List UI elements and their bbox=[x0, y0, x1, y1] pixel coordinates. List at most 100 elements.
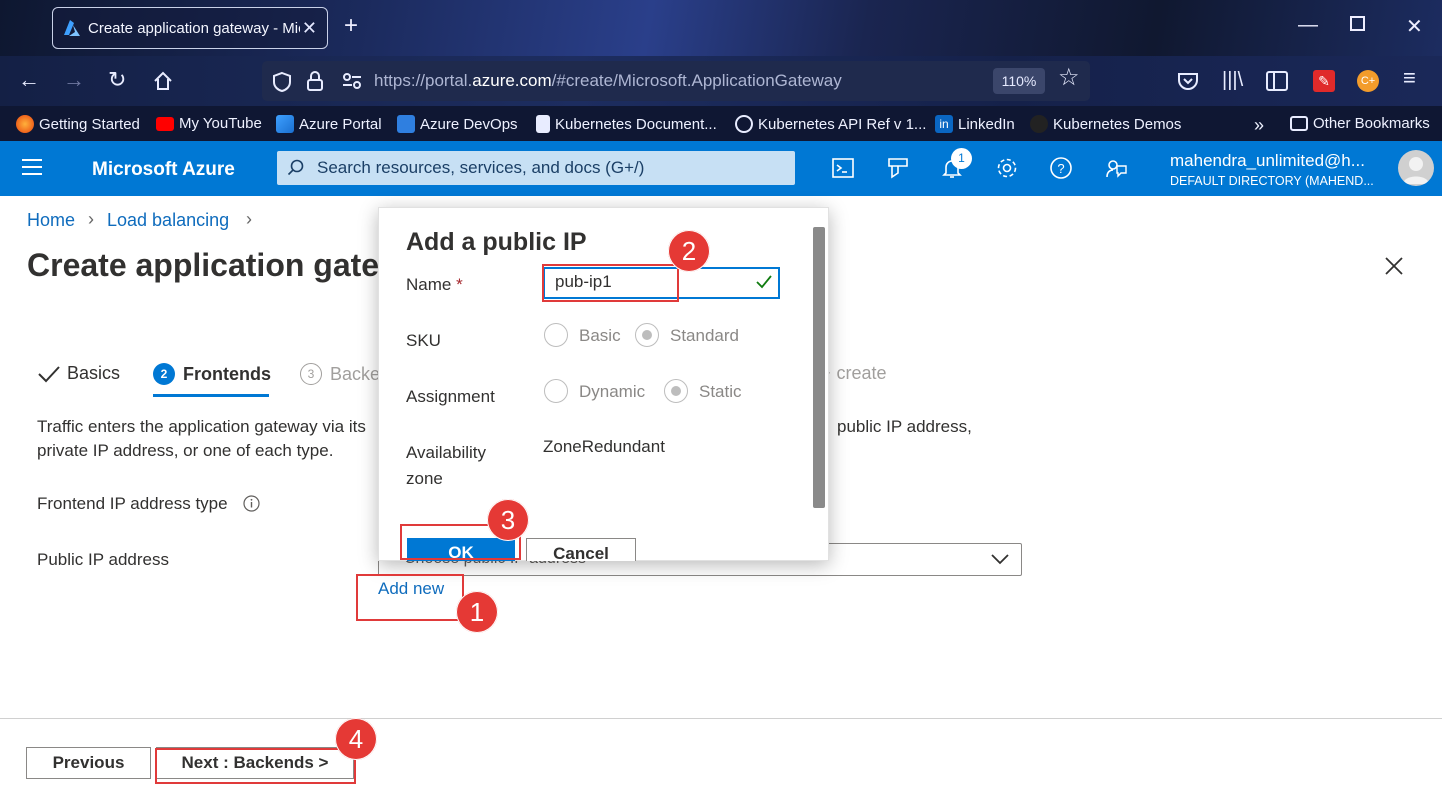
assignment-dynamic-label: Dynamic bbox=[579, 382, 646, 401]
bookmark-azure-portal[interactable]: Azure Portal bbox=[276, 115, 382, 133]
bookmark-kubernetes-demos[interactable]: Kubernetes Demos bbox=[1030, 115, 1181, 133]
settings-gear-icon[interactable] bbox=[995, 156, 1019, 180]
help-icon[interactable]: ? bbox=[1049, 156, 1073, 180]
previous-button[interactable]: Previous bbox=[26, 747, 151, 779]
user-directory[interactable]: DEFAULT DIRECTORY (MAHEND... bbox=[1170, 174, 1374, 188]
sku-basic-radio[interactable] bbox=[544, 323, 568, 347]
dialog-title: Add a public IP bbox=[406, 228, 587, 256]
portal-menu-icon[interactable] bbox=[22, 159, 42, 175]
bookmark-linkedin[interactable]: in LinkedIn bbox=[935, 115, 1015, 133]
home-icon[interactable] bbox=[152, 70, 174, 92]
close-blade-icon[interactable] bbox=[1384, 256, 1404, 276]
tab-basics[interactable]: Basics bbox=[37, 363, 120, 384]
close-tab-icon[interactable]: ✕ bbox=[302, 18, 317, 39]
devops-icon bbox=[397, 115, 415, 133]
bookmark-my-youtube[interactable]: My YouTube bbox=[156, 115, 262, 132]
breadcrumb-load-balancing[interactable]: Load balancing bbox=[107, 210, 229, 231]
close-window-icon[interactable]: ✕ bbox=[1406, 14, 1423, 39]
library-icon[interactable]: |||\ bbox=[1222, 68, 1243, 92]
assignment-label: Assignment bbox=[406, 387, 495, 406]
info-icon[interactable] bbox=[243, 495, 260, 512]
annotation-box-next bbox=[155, 748, 356, 784]
youtube-icon bbox=[156, 116, 174, 131]
extension-wand-icon[interactable]: ✎ bbox=[1313, 70, 1335, 92]
browser-tab[interactable]: Create application gateway - Micro ✕ bbox=[52, 7, 328, 49]
maximize-icon[interactable] bbox=[1350, 16, 1365, 31]
cancel-button[interactable]: Cancel bbox=[526, 538, 636, 561]
search-input[interactable]: Search resources, services, and docs (G+… bbox=[317, 158, 644, 178]
name-label: Name * bbox=[406, 275, 463, 294]
azure-logo-icon bbox=[64, 20, 80, 36]
chevron-down-icon bbox=[991, 554, 1009, 565]
back-icon[interactable]: ← bbox=[18, 68, 40, 92]
reload-icon[interactable]: ↻ bbox=[108, 68, 126, 92]
document-icon bbox=[536, 115, 550, 133]
bookmark-star-icon[interactable]: ☆ bbox=[1058, 66, 1080, 90]
active-tab-indicator bbox=[153, 394, 269, 397]
step-number-badge: 3 bbox=[300, 363, 322, 385]
tab-backends[interactable]: 3 Backe bbox=[300, 363, 380, 385]
bookmark-azure-devops[interactable]: Azure DevOps bbox=[397, 115, 518, 133]
svg-text:?: ? bbox=[1057, 161, 1064, 176]
bookmark-kubernetes-api[interactable]: Kubernetes API Ref v 1... bbox=[735, 115, 926, 133]
pocket-icon[interactable] bbox=[1177, 70, 1199, 92]
footer-divider bbox=[0, 718, 1442, 719]
firefox-icon bbox=[16, 115, 34, 133]
azure-icon bbox=[276, 115, 294, 133]
linkedin-icon: in bbox=[935, 115, 953, 133]
minimize-icon[interactable]: — bbox=[1298, 14, 1318, 37]
cloud-shell-icon[interactable] bbox=[831, 156, 855, 180]
checkmark-icon bbox=[38, 365, 60, 382]
sku-basic-label: Basic bbox=[579, 326, 621, 345]
github-icon bbox=[1030, 115, 1048, 133]
valid-check-icon bbox=[756, 275, 772, 289]
notification-badge: 1 bbox=[951, 148, 972, 169]
avatar[interactable] bbox=[1398, 150, 1434, 186]
public-ip-label: Public IP address bbox=[37, 550, 169, 569]
tab-frontends[interactable]: 2 Frontends bbox=[153, 363, 271, 385]
more-bookmarks-icon[interactable]: » bbox=[1254, 115, 1264, 136]
shield-icon[interactable] bbox=[272, 71, 292, 93]
bookmark-other[interactable]: Other Bookmarks bbox=[1290, 115, 1430, 132]
availability-zone-value: ZoneRedundant bbox=[543, 437, 665, 456]
globe-icon bbox=[735, 115, 753, 133]
permissions-icon[interactable] bbox=[342, 72, 362, 90]
breadcrumb-home[interactable]: Home bbox=[27, 210, 75, 231]
bookmark-getting-started[interactable]: Getting Started bbox=[16, 115, 140, 133]
frontends-description-continued: public IP address, bbox=[837, 417, 972, 436]
dialog-scrollbar[interactable] bbox=[813, 227, 825, 508]
required-asterisk: * bbox=[456, 275, 463, 294]
reader-view-icon[interactable] bbox=[1266, 71, 1288, 91]
assignment-static-label: Static bbox=[699, 382, 742, 401]
tab-review-create[interactable]: +create bbox=[820, 363, 887, 384]
annotation-marker-1: 1 bbox=[456, 591, 498, 633]
sku-standard-label: Standard bbox=[670, 326, 739, 345]
frontend-ip-type-label: Frontend IP address type bbox=[37, 494, 228, 513]
extension-c-icon[interactable]: C+ bbox=[1357, 70, 1379, 92]
page-title: Create application gatew bbox=[27, 247, 404, 283]
user-email[interactable]: mahendra_unlimited@h... bbox=[1170, 151, 1365, 171]
annotation-marker-2: 2 bbox=[668, 230, 710, 272]
directory-filter-icon[interactable] bbox=[886, 156, 910, 180]
step-number-badge: 2 bbox=[153, 363, 175, 385]
assignment-static-radio[interactable] bbox=[664, 379, 688, 403]
breadcrumb-separator-icon: › bbox=[246, 209, 252, 229]
assignment-dynamic-radio[interactable] bbox=[544, 379, 568, 403]
browser-tab-title: Create application gateway - Micro bbox=[88, 19, 300, 37]
annotation-box-name bbox=[542, 264, 679, 302]
availability-zone-label: Availability zone bbox=[406, 443, 487, 488]
bookmark-kubernetes-docs[interactable]: Kubernetes Document... bbox=[536, 115, 717, 133]
menu-icon[interactable]: ≡ bbox=[1403, 66, 1416, 90]
new-tab-icon[interactable]: + bbox=[344, 14, 358, 38]
forward-icon[interactable]: → bbox=[63, 68, 85, 92]
lock-icon[interactable] bbox=[306, 70, 324, 92]
avatar-person-icon bbox=[1403, 157, 1429, 184]
frontends-description: Traffic enters the application gateway v… bbox=[37, 417, 366, 460]
zoom-level[interactable]: 110% bbox=[993, 68, 1045, 94]
annotation-marker-4: 4 bbox=[335, 718, 377, 760]
feedback-icon[interactable] bbox=[1104, 156, 1128, 180]
annotation-marker-3: 3 bbox=[487, 499, 529, 541]
azure-brand[interactable]: Microsoft Azure bbox=[92, 159, 235, 181]
sku-standard-radio[interactable] bbox=[635, 323, 659, 347]
search-icon bbox=[287, 159, 304, 176]
